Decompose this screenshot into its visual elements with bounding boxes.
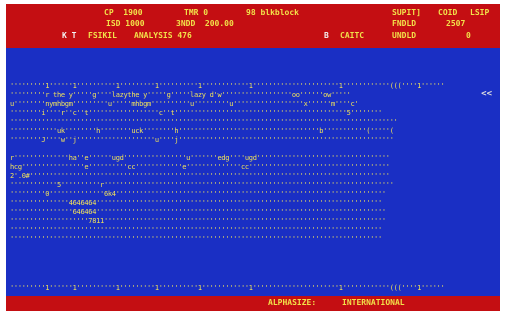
header-unit-val: 0	[466, 31, 471, 40]
header-status-label: SUPIT]	[392, 8, 421, 17]
footer-bar: ALPHASIZE: INTERNATIONAL	[6, 296, 500, 311]
text-line: ''''''''i''''r''c''t''''''''''''''''''c'…	[10, 109, 382, 117]
text-line: '''''''''0''''''''''''''6k4'''''''''''''…	[10, 190, 386, 198]
scroll-left-icon[interactable]: <<	[481, 89, 492, 99]
header-mode: CAITC	[340, 31, 365, 40]
footer-label: ALPHASIZE:	[268, 298, 317, 307]
header-indt: 3NDD 200.00	[176, 19, 234, 28]
header-fsikil: FSIKIL	[88, 31, 117, 40]
header-block: 98 blkblock	[246, 8, 299, 17]
header-cp: CP 1900	[104, 8, 143, 17]
header-kt: K T	[62, 31, 77, 40]
text-line: 2'.0#'''''''''''''''''''''''''''''''''''…	[10, 172, 390, 180]
text-line: hcg''''''''''''''''e''''''''''cc''''''''…	[10, 163, 390, 171]
text-line: ''''''''''''''''''''''''''''''''''''''''…	[10, 226, 382, 234]
header-unit-label: UNDLD	[392, 31, 417, 40]
header-model-label: FNDLD	[392, 19, 417, 28]
text-line: '''''''''1''''''1''''''''''1'''''''''1''…	[10, 284, 445, 292]
footer-value: INTERNATIONAL	[342, 298, 405, 307]
text-line: ''''''''''''''''646464''''''''''''''''''…	[10, 208, 386, 216]
text-line: ''''''''''''''''''''''''''''''''''''''''…	[10, 235, 382, 243]
header-model-val: 2507	[446, 19, 466, 28]
header-status-val1: COID	[438, 8, 458, 17]
header-analysis: ANALYSIS 476	[134, 31, 192, 40]
header-isd: ISD 1000	[106, 19, 145, 28]
text-line: ''''''''''''5''''''''''r''''''''''''''''…	[10, 181, 394, 189]
text-line: '''''''''1''''''1''''''''''1'''''''''1''…	[10, 82, 445, 90]
header-bar: CP 1900 TMR 0 98 blkblock SUPIT] COID LS…	[6, 4, 500, 48]
terminal-screen: CP 1900 TMR 0 98 blkblock SUPIT] COID LS…	[6, 4, 500, 311]
text-line: r''''''''''''''ha''e''''''ugd'''''''''''…	[10, 154, 390, 162]
text-line: '''''''''r the y'''''g''''lazythe y'''''…	[10, 91, 351, 99]
header-status-val2: LSIP	[470, 8, 490, 17]
text-line: ''''''''''''uk''''''''h''''''''uck''''''…	[10, 127, 394, 135]
text-line: ''''''''''''''''''''7811''''''''''''''''…	[10, 217, 386, 225]
header-tmr: TMR 0	[184, 8, 209, 17]
text-line: u''''''''nymhbgm'''''''''u'''''mhbgm''''…	[10, 100, 359, 108]
text-line: ''''''''''''''''''''''''''''''''''''''''…	[10, 118, 398, 126]
header-flag: B	[324, 31, 329, 40]
text-line: '''''''''''''''4646464''''''''''''''''''…	[10, 199, 382, 207]
text-line: ''''''''J''''w''j''''''''''''''''''''u''…	[10, 136, 394, 144]
